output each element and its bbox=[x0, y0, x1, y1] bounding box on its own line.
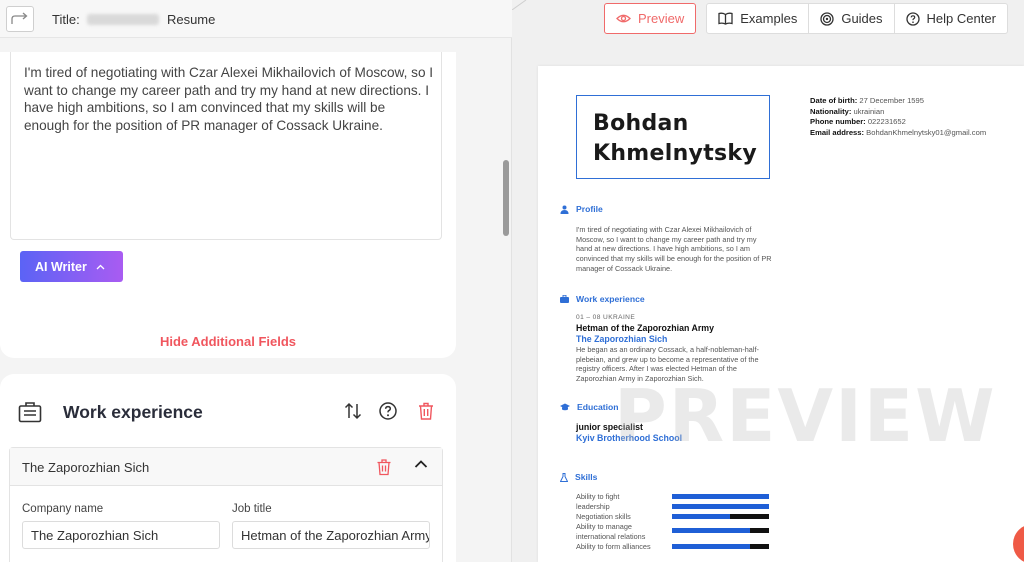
help-circle-icon bbox=[905, 11, 920, 26]
guides-button[interactable]: Guides bbox=[808, 3, 895, 34]
job-company: The Zaporozhian Sich bbox=[576, 334, 668, 344]
nationality-label: Nationality: bbox=[810, 106, 852, 116]
resume-last-name: Khmelnytsky bbox=[593, 141, 757, 166]
work-experience-card: Work experience The Zaporozhian Sich Com… bbox=[0, 374, 456, 562]
editor-topbar: Title: Resume bbox=[0, 0, 512, 38]
back-button[interactable] bbox=[6, 6, 34, 32]
flask-icon bbox=[560, 472, 568, 482]
preview-panel: Preview Examples Guides Help Center Bohd… bbox=[512, 0, 1024, 562]
editor-panel: Title: Resume I'm tired of negotiating w… bbox=[0, 0, 512, 562]
skill-level-bar bbox=[672, 544, 769, 549]
help-center-button[interactable]: Help Center bbox=[893, 3, 1008, 34]
editor-scrollbar[interactable] bbox=[503, 160, 509, 236]
help-circle-icon[interactable] bbox=[378, 401, 398, 421]
work-heading: Work experience bbox=[560, 294, 645, 304]
work-entry-title: The Zaporozhian Sich bbox=[22, 460, 150, 475]
chevron-up-icon bbox=[96, 264, 105, 269]
phone-label: Phone number: bbox=[810, 117, 866, 126]
work-entry-header[interactable]: The Zaporozhian Sich bbox=[10, 448, 442, 486]
preview-watermark: PREVIEW bbox=[614, 374, 997, 458]
skill-level-fill bbox=[672, 514, 731, 519]
dob-label: Date of birth: bbox=[810, 96, 858, 105]
arrow-right-icon bbox=[11, 12, 28, 24]
email-value: BohdanKhmelnytsky01@gmail.com bbox=[866, 127, 987, 137]
resume-first-name: Bohdan bbox=[593, 111, 689, 136]
skill-level-bar bbox=[672, 528, 769, 533]
hide-additional-fields-link[interactable]: Hide Additional Fields bbox=[0, 334, 456, 349]
resume-preview: Bohdan Khmelnytsky Date of birth: 27 Dec… bbox=[538, 66, 1024, 562]
redacted-title bbox=[87, 14, 160, 25]
skill-name: Negotiation skills bbox=[576, 512, 631, 521]
skill-row: leadership bbox=[576, 502, 776, 512]
skill-level-fill bbox=[672, 494, 769, 499]
skill-level-fill bbox=[672, 504, 769, 509]
title-suffix: Resume bbox=[166, 12, 216, 27]
skill-row: Ability to form alliances bbox=[576, 542, 776, 552]
profile-text: I'm tired of negotiating with Czar Alexe… bbox=[576, 225, 772, 273]
preview-button[interactable]: Preview bbox=[604, 3, 697, 34]
summary-text: I'm tired of negotiating with Czar Alexe… bbox=[24, 65, 434, 133]
education-heading-label: Education bbox=[577, 402, 619, 412]
job-title-input[interactable]: Hetman of the Zaporozhian Army bbox=[232, 521, 430, 549]
skills-heading: Skills bbox=[560, 472, 597, 482]
chevron-up-icon[interactable] bbox=[414, 459, 428, 469]
email-label: Email address: bbox=[810, 127, 865, 137]
skill-name: leadership bbox=[576, 502, 610, 511]
title-prefix: Title: bbox=[52, 12, 80, 27]
summary-card: I'm tired of negotiating with Czar Alexe… bbox=[0, 52, 456, 397]
skill-level-bar bbox=[672, 514, 769, 519]
briefcase-icon bbox=[18, 402, 42, 423]
trash-icon[interactable] bbox=[376, 458, 392, 476]
phone-value: 022231652 bbox=[867, 117, 906, 126]
skill-name: Ability to form alliances bbox=[576, 542, 651, 551]
skills-heading-label: Skills bbox=[575, 472, 598, 482]
eye-icon bbox=[616, 14, 631, 23]
nationality-value: ukrainian bbox=[853, 106, 885, 116]
skill-level-bar bbox=[672, 504, 769, 509]
profile-heading-label: Profile bbox=[576, 204, 603, 214]
help-center-label: Help Center bbox=[926, 11, 996, 26]
skill-name: Ability to fight bbox=[576, 492, 620, 501]
examples-button[interactable]: Examples bbox=[706, 3, 810, 34]
education-heading: Education bbox=[560, 402, 619, 412]
graduation-cap-icon bbox=[560, 403, 570, 411]
skill-row: Ability to fight bbox=[576, 492, 776, 502]
work-heading-label: Work experience bbox=[576, 294, 645, 304]
skill-name: Ability to manage international relation… bbox=[576, 522, 646, 541]
profile-heading: Profile bbox=[560, 204, 603, 214]
skill-level-bar bbox=[672, 494, 769, 499]
job-date: 01 – 08 UKRAINE bbox=[576, 314, 636, 321]
book-icon bbox=[718, 12, 733, 25]
personal-details: Date of birth: 27 December 1595 National… bbox=[810, 96, 986, 138]
job-title: Hetman of the Zaporozhian Army bbox=[576, 323, 714, 333]
guides-label: Guides bbox=[841, 11, 883, 26]
preview-nav: Preview Examples Guides Help Center bbox=[604, 3, 1008, 34]
target-icon bbox=[820, 11, 834, 26]
preview-label: Preview bbox=[638, 11, 685, 26]
dob-value: 27 December 1595 bbox=[859, 96, 924, 105]
briefcase-icon bbox=[560, 295, 569, 303]
skill-level-fill bbox=[672, 528, 750, 533]
examples-label: Examples bbox=[740, 11, 798, 26]
panel-corner-line bbox=[512, 0, 527, 10]
skill-level-fill bbox=[672, 544, 750, 549]
summary-textarea[interactable]: I'm tired of negotiating with Czar Alexe… bbox=[10, 52, 442, 240]
company-name-input[interactable]: The Zaporozhian Sich bbox=[22, 521, 220, 549]
trash-icon[interactable] bbox=[417, 401, 435, 421]
job-title-label: Job title bbox=[232, 503, 272, 515]
sort-icon[interactable] bbox=[343, 401, 363, 421]
ai-writer-label: AI Writer bbox=[35, 259, 87, 274]
resume-title[interactable]: Title: Resume bbox=[52, 12, 215, 27]
company-name-label: Company name bbox=[22, 503, 104, 515]
work-section-title: Work experience bbox=[63, 402, 203, 422]
user-icon bbox=[560, 205, 569, 214]
work-entry: The Zaporozhian Sich Company name The Za… bbox=[9, 447, 443, 562]
skill-row: Ability to manage international relation… bbox=[576, 522, 776, 542]
skill-row: Negotiation skills bbox=[576, 512, 776, 522]
ai-writer-button[interactable]: AI Writer bbox=[20, 251, 123, 282]
resume-name-box: Bohdan Khmelnytsky bbox=[576, 95, 770, 179]
